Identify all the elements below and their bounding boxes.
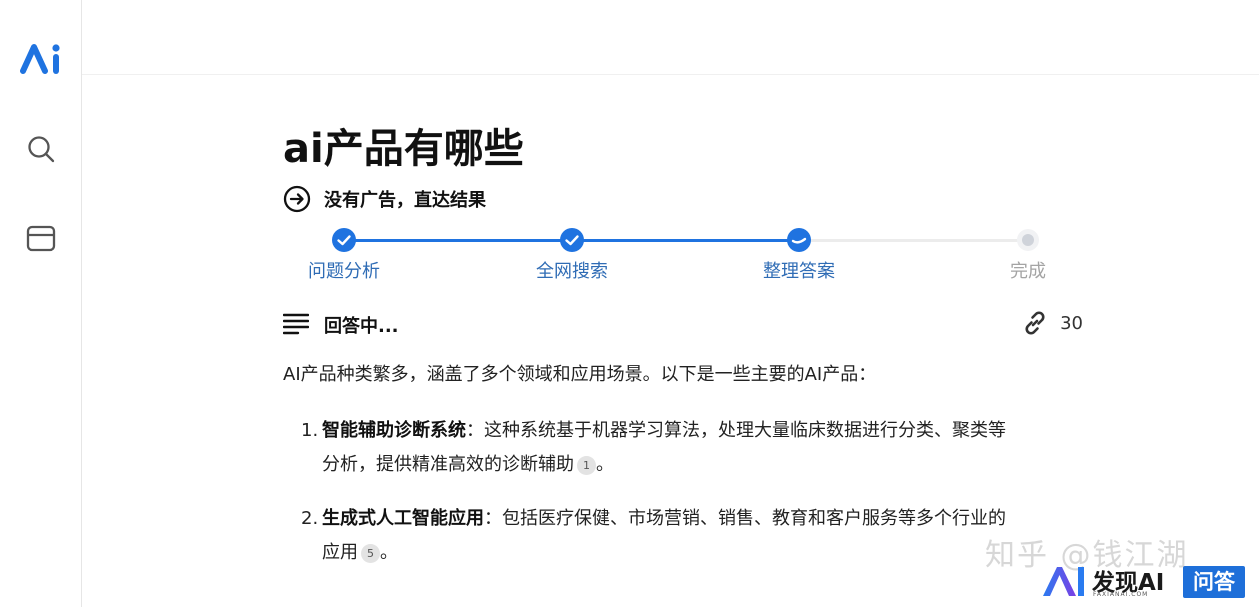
progress-steps: 问题分析 全网搜索 整理答案 完成 [283, 226, 1083, 286]
citation-badge[interactable]: 5 [361, 544, 380, 563]
list-number: 1. [301, 420, 319, 441]
brand-badge: 问答 [1183, 566, 1245, 598]
step-organize: 整理答案 [729, 226, 869, 283]
item-text-continued: 分析，提供精准高效的诊断辅助 [322, 454, 574, 475]
citation-badge[interactable]: 1 [577, 456, 596, 475]
link-icon [1025, 311, 1045, 335]
arrow-right-circle-icon [283, 185, 311, 213]
ai-logo-icon[interactable] [19, 42, 65, 74]
sources-count: 30 [1060, 312, 1083, 334]
item-text-continued: 应用 [322, 542, 358, 563]
step-search: 全网搜索 [502, 226, 642, 283]
search-icon[interactable] [26, 134, 56, 164]
item-heading: 智能辅助诊断系统 [322, 420, 466, 441]
check-circle-icon [332, 228, 356, 252]
answer-intro: AI产品种类繁多，涵盖了多个领域和应用场景。以下是一些主要的AI产品： [283, 364, 877, 385]
loading-spinner-icon [787, 228, 811, 252]
text-lines-icon [283, 313, 309, 335]
window-icon[interactable] [26, 224, 56, 254]
list-item: 1. 智能辅助诊断系统：这种系统基于机器学习算法，处理大量临床数据进行分类、聚类… [283, 414, 1083, 482]
step-label: 全网搜索 [536, 261, 608, 282]
step-label: 问题分析 [308, 261, 380, 282]
check-circle-icon [560, 228, 584, 252]
brand-domain: FAXIANAI.COM [1093, 591, 1149, 598]
no-ads-banner: 没有广告，直达结果 [283, 184, 486, 214]
step-complete: 完成 [958, 226, 1098, 283]
top-bar [82, 0, 1259, 75]
item-end: 。 [596, 454, 614, 475]
sidebar [0, 0, 82, 607]
brand-watermark: 发现AI FAXIANAI.COM 问答 [1040, 562, 1245, 602]
brand-logo-icon [1043, 567, 1084, 596]
item-text: ：这种系统基于机器学习算法，处理大量临床数据进行分类、聚类等 [466, 420, 1006, 441]
item-text: ：包括医疗保健、市场营销、销售、教育和客户服务等多个行业的 [484, 508, 1006, 529]
step-analyze: 问题分析 [274, 226, 414, 283]
answer-header: 回答中... 30 [283, 308, 1083, 338]
step-label: 完成 [1010, 261, 1046, 282]
list-item: 2. 生成式人工智能应用：包括医疗保健、市场营销、销售、教育和客户服务等多个行业… [283, 502, 1083, 570]
list-number: 2. [301, 508, 319, 529]
pending-dot-icon [1017, 229, 1039, 251]
page-title: ai产品有哪些 [283, 126, 524, 172]
answer-list: 1. 智能辅助诊断系统：这种系统基于机器学习算法，处理大量临床数据进行分类、聚类… [283, 414, 1083, 590]
answer-status: 回答中... [324, 316, 399, 337]
item-heading: 生成式人工智能应用 [322, 508, 484, 529]
step-label: 整理答案 [763, 261, 835, 282]
no-ads-text: 没有广告，直达结果 [324, 190, 486, 211]
item-end: 。 [380, 542, 398, 563]
sources-button[interactable]: 30 [1021, 308, 1083, 338]
